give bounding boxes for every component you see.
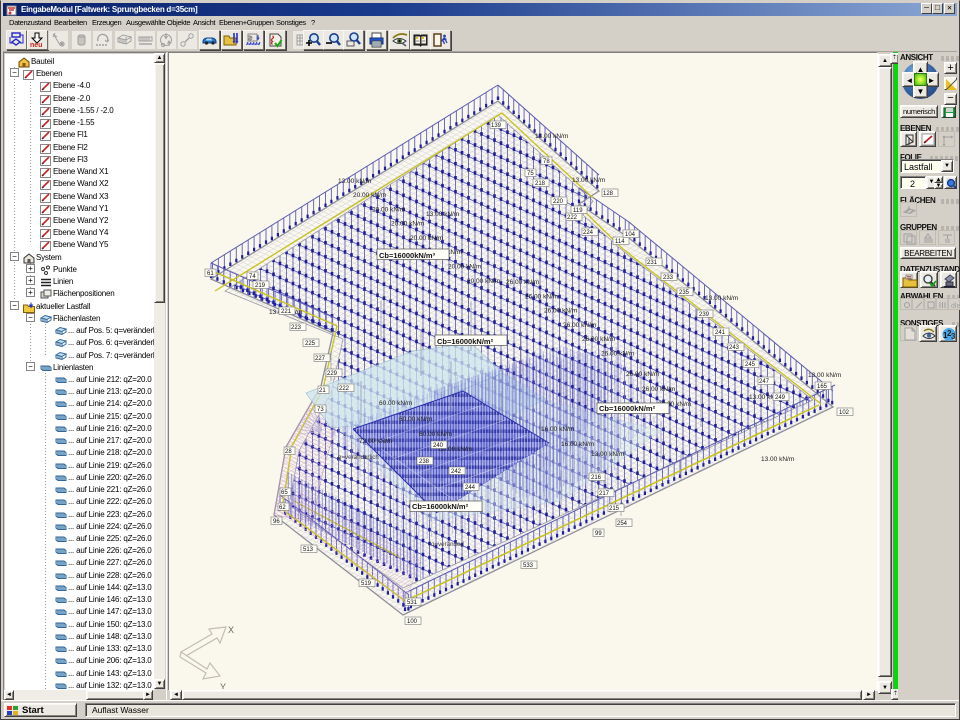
svg-text:245: 245: [745, 362, 756, 368]
svg-text:215: 215: [609, 506, 620, 512]
svg-text:75: 75: [527, 171, 534, 177]
svg-text:13.00 kN/m: 13.00 kN/m: [808, 372, 841, 379]
svg-text:220: 220: [553, 199, 564, 205]
svg-text:q=veränderlich: q=veränderlich: [338, 454, 379, 461]
svg-text:Cb=16000kN/m³: Cb=16000kN/m³: [379, 251, 436, 260]
svg-text:99: 99: [595, 531, 602, 537]
svg-text:73: 73: [317, 407, 324, 413]
svg-text:217: 217: [599, 491, 610, 497]
svg-text:243: 243: [729, 345, 740, 351]
svg-text:223: 223: [291, 325, 302, 331]
svg-text:222: 222: [567, 215, 578, 221]
svg-text:114: 114: [615, 239, 625, 245]
svg-text:240: 240: [433, 443, 444, 449]
svg-text:100: 100: [407, 619, 418, 625]
svg-text:533: 533: [523, 563, 534, 569]
svg-text:128: 128: [603, 191, 614, 197]
svg-text:102: 102: [839, 410, 850, 416]
svg-text:72.00 kN/m: 72.00 kN/m: [359, 438, 392, 445]
svg-text:119: 119: [573, 208, 583, 214]
svg-text:233: 233: [663, 275, 674, 281]
svg-text:239: 239: [699, 312, 710, 318]
svg-text:242: 242: [451, 469, 462, 475]
svg-text:20.00 kN/m: 20.00 kN/m: [391, 221, 424, 228]
svg-text:Y: Y: [220, 682, 226, 689]
svg-text:28: 28: [285, 449, 292, 455]
svg-text:13.00 kN/m: 13.00 kN/m: [591, 451, 624, 458]
svg-text:513: 513: [303, 547, 314, 553]
svg-text:26.00 kN/m: 26.00 kN/m: [601, 351, 634, 358]
svg-text:229: 229: [327, 371, 338, 377]
svg-text:231: 231: [647, 260, 658, 266]
svg-text:dle: dle: [951, 303, 960, 310]
svg-text:165: 165: [817, 384, 828, 390]
svg-text:16.00 kN/m: 16.00 kN/m: [541, 426, 574, 433]
svg-text:neu: neu: [30, 42, 42, 48]
svg-text:139: 139: [491, 123, 502, 129]
svg-text:244: 244: [465, 485, 476, 491]
svg-text:104: 104: [625, 232, 636, 238]
svg-text:222: 222: [339, 386, 350, 392]
svg-text:Cb=16000kN/m²: Cb=16000kN/m²: [437, 337, 494, 346]
svg-text:q=veränderl: q=veränderl: [431, 541, 464, 548]
svg-text:13.00 kN/m: 13.00 kN/m: [572, 177, 605, 184]
svg-text:13.00 kN/m: 13.00 kN/m: [761, 456, 794, 463]
svg-text:247: 247: [759, 379, 770, 385]
svg-text:519: 519: [361, 581, 372, 587]
svg-text:26.00 kN/m: 26.00 kN/m: [506, 279, 539, 286]
svg-text:241: 241: [715, 330, 726, 336]
svg-text:X: X: [228, 625, 234, 635]
svg-text:26.00 kN/m: 26.00 kN/m: [563, 322, 596, 329]
svg-text:219: 219: [255, 283, 266, 289]
svg-text:3: 3: [951, 332, 956, 341]
svg-text:221: 221: [281, 309, 292, 315]
svg-text:218: 218: [535, 181, 546, 187]
svg-text:26.00 kN/m: 26.00 kN/m: [544, 308, 577, 315]
svg-text:20.00 kN/m: 20.00 kN/m: [410, 235, 443, 242]
svg-text:531: 531: [407, 600, 418, 606]
svg-text:26.00 kN/m: 26.00 kN/m: [642, 386, 675, 393]
svg-text:60.00 kN/m: 60.00 kN/m: [419, 431, 452, 438]
svg-text:16.00 kN/m: 16.00 kN/m: [561, 441, 594, 448]
svg-text:13.00 kN/m: 13.00 kN/m: [338, 178, 371, 185]
svg-text:216: 216: [591, 475, 602, 481]
svg-text:Cb=16000kN/m²: Cb=16000kN/m²: [412, 502, 469, 511]
svg-text:21: 21: [319, 388, 326, 394]
svg-text:60.00 kN/m: 60.00 kN/m: [379, 400, 412, 407]
svg-text:227: 227: [315, 356, 326, 362]
svg-text:26.00 kN/m: 26.00 kN/m: [626, 371, 659, 378]
svg-text:224: 224: [583, 230, 594, 236]
svg-text:20.00 kN/m: 20.00 kN/m: [467, 278, 500, 285]
svg-text:254: 254: [617, 521, 628, 527]
svg-text:°: °: [912, 329, 914, 335]
svg-text:249: 249: [775, 395, 786, 401]
svg-text:60.00 kN/m: 60.00 kN/m: [399, 416, 432, 423]
svg-text:62: 62: [279, 505, 286, 511]
svg-text:61: 61: [207, 271, 214, 277]
svg-text:78: 78: [543, 159, 550, 165]
svg-text:225: 225: [305, 341, 316, 347]
svg-text:26.00 kN/m: 26.00 kN/m: [582, 336, 615, 343]
svg-text:13.00 kN/m: 13.00 kN/m: [705, 295, 738, 302]
svg-text:235: 235: [679, 290, 690, 296]
svg-text:Cb=16000kN/m²: Cb=16000kN/m²: [599, 404, 656, 413]
svg-text:26.00 kN/m: 26.00 kN/m: [525, 293, 558, 300]
svg-text:20.00 kN/m: 20.00 kN/m: [448, 264, 481, 271]
svg-text:238: 238: [419, 459, 430, 465]
svg-text:20.00 kN/m: 20.00 kN/m: [372, 206, 405, 213]
svg-text:13.00 kN/m: 13.00 kN/m: [535, 133, 568, 140]
svg-text:65: 65: [281, 490, 288, 496]
svg-text:96: 96: [273, 519, 280, 525]
svg-text:74: 74: [249, 274, 256, 280]
svg-text:20.00 kN/m: 20.00 kN/m: [353, 192, 386, 199]
svg-text:13.00 kN/m: 13.00 kN/m: [426, 211, 459, 218]
